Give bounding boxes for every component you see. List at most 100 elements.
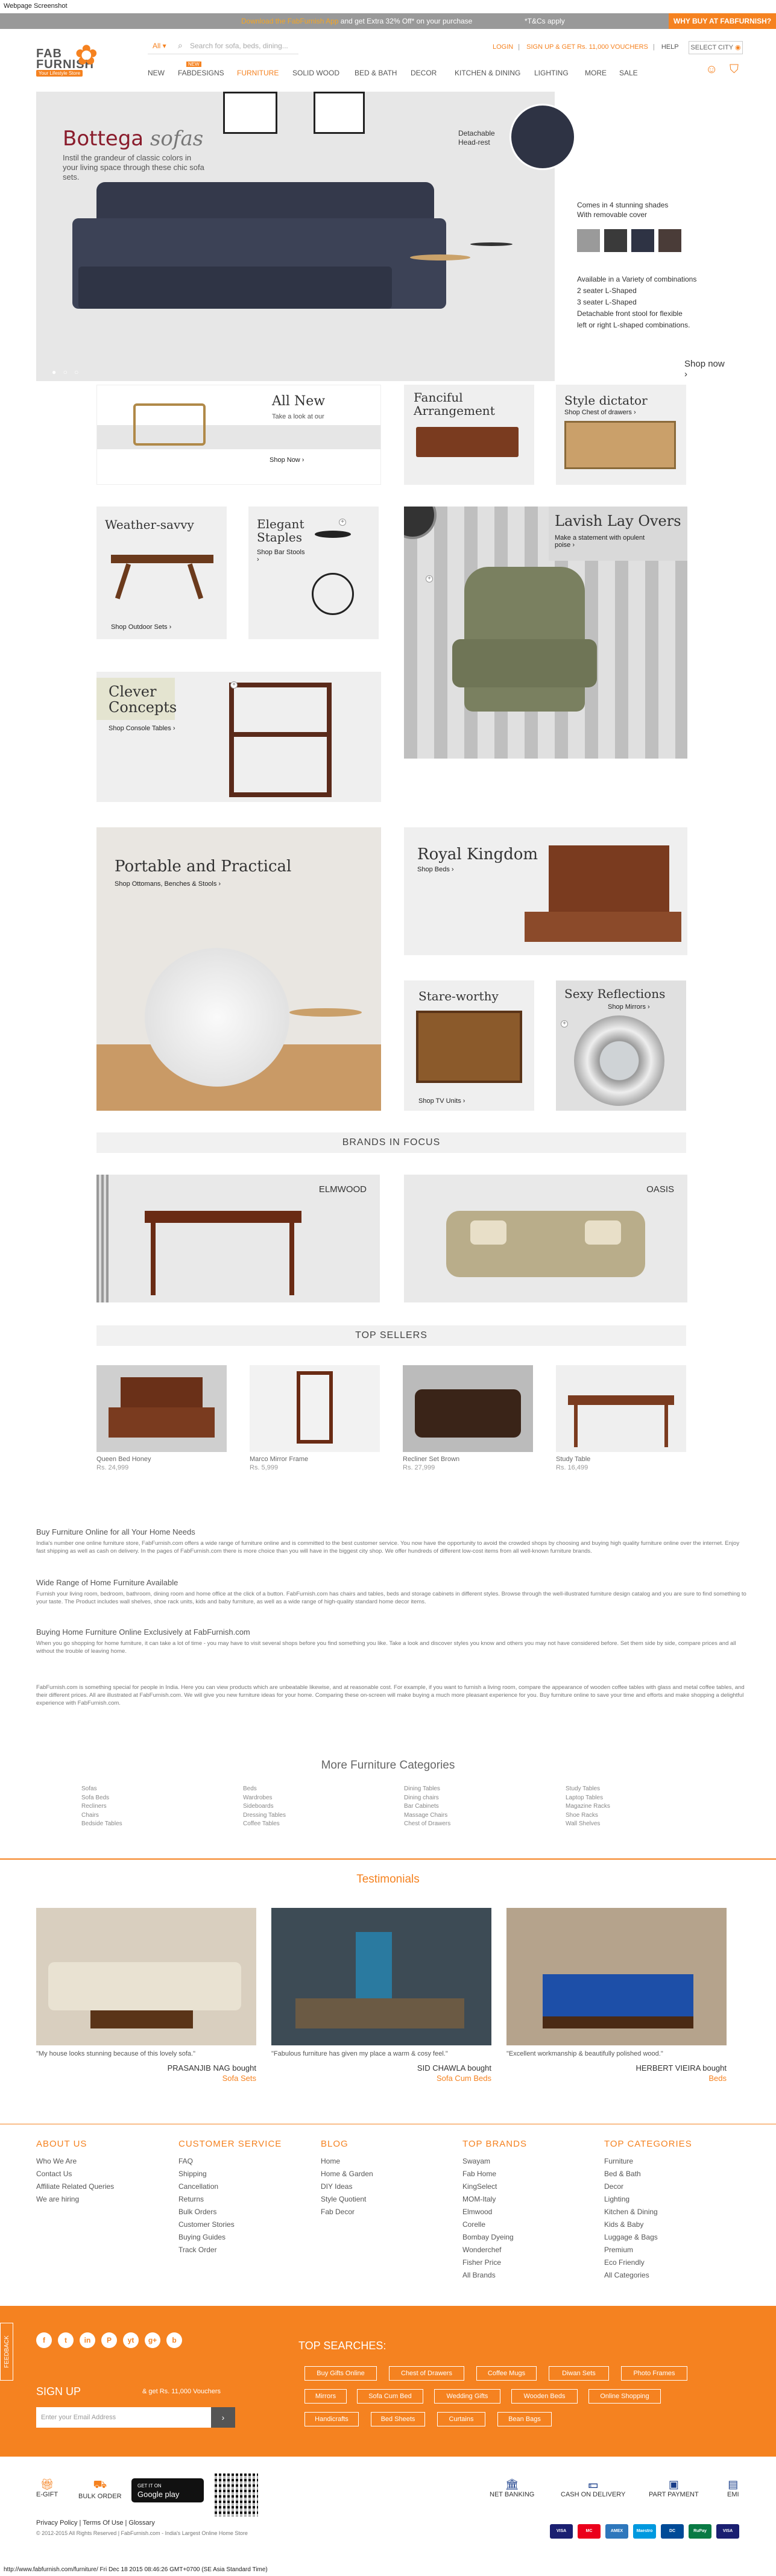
footer-link[interactable]: Contact Us	[36, 2168, 114, 2180]
category-link[interactable]: Bedside Tables	[81, 1820, 122, 1829]
category-link[interactable]: Wardrobes	[243, 1794, 286, 1803]
category-link[interactable]: Magazine Racks	[566, 1802, 610, 1811]
footer-link[interactable]: Who We Are	[36, 2155, 114, 2168]
email-input[interactable]: Enter your Email Address	[36, 2407, 211, 2428]
bulk-order-link[interactable]: ⛟ BULK ORDER	[78, 2478, 122, 2500]
testimonial-card[interactable]: "Fabulous furniture has given my place a…	[271, 1908, 491, 2083]
signup-submit-button[interactable]: ›	[211, 2407, 235, 2428]
footer-link[interactable]: Cancellation	[178, 2180, 282, 2193]
select-city-button[interactable]: SELECT CITY ◉	[689, 41, 743, 54]
category-link[interactable]: Dining chairs	[404, 1794, 450, 1803]
footer-link[interactable]: Shipping	[178, 2168, 282, 2180]
search-tag[interactable]: Handicrafts	[304, 2412, 359, 2426]
help-link[interactable]: HELP	[661, 43, 679, 51]
brand-oasis[interactable]: OASIS	[404, 1175, 687, 1302]
tile-cta[interactable]: Shop Outdoor Sets ›	[111, 623, 171, 631]
promo-tnc[interactable]: *T&Cs apply	[525, 17, 565, 25]
search-scope-select[interactable]: All ▾	[153, 42, 166, 50]
seller-card[interactable]: Marco Mirror Frame Rs. 5,999	[250, 1365, 380, 1471]
tile-cta[interactable]: Make a statement with opulent poise ›	[555, 534, 645, 549]
nav-sale[interactable]: SALE	[619, 69, 638, 77]
search-icon[interactable]: ⌕	[178, 40, 183, 51]
tile-style-dictator[interactable]: Style dictator Shop Chest of drawers ›	[556, 385, 686, 485]
search-tag[interactable]: Photo Frames	[621, 2366, 687, 2381]
nav-new[interactable]: NEW	[148, 69, 165, 77]
search-tag[interactable]: Bean Bags	[497, 2412, 552, 2426]
footer-link[interactable]: Bulk Orders	[178, 2206, 282, 2218]
hotspot-plus-icon[interactable]: +	[426, 575, 433, 582]
footer-link[interactable]: Corelle	[462, 2218, 527, 2231]
logo[interactable]: FAB FURNISH ✿ Your Lifestyle Store	[36, 41, 109, 77]
search-tag[interactable]: Wooden Beds	[511, 2389, 578, 2404]
footer-link[interactable]: FAQ	[178, 2155, 282, 2168]
egift-link[interactable]: 🎁︎ E-GIFT	[36, 2478, 58, 2498]
search-tag[interactable]: Wedding Gifts	[434, 2389, 500, 2404]
google-play-badge[interactable]: GET IT ON Google play	[131, 2478, 204, 2502]
twitter-icon[interactable]: t	[58, 2332, 74, 2348]
nav-kitchen-dining[interactable]: KITCHEN & DINING	[455, 69, 520, 77]
footer-link[interactable]: We are hiring	[36, 2193, 114, 2206]
footer-link[interactable]: DIY Ideas	[321, 2180, 373, 2193]
nav-lighting[interactable]: LIGHTING	[534, 69, 569, 77]
footer-link[interactable]: Track Order	[178, 2244, 282, 2256]
signup-link[interactable]: SIGN UP & GET Rs. 11,000 VOUCHERS	[526, 43, 648, 51]
hotspot-plus-icon[interactable]: +	[230, 681, 238, 689]
hotspot-plus-icon[interactable]: +	[339, 519, 346, 526]
category-link[interactable]: Sofa Beds	[81, 1794, 122, 1803]
search-tag[interactable]: Curtains	[437, 2412, 485, 2426]
app-download-link[interactable]: Download the FabFurnish App and get Extr…	[241, 17, 472, 25]
footer-link[interactable]: Eco Friendly	[604, 2256, 692, 2269]
tile-cta[interactable]: Shop Chest of drawers ›	[564, 409, 636, 416]
category-link[interactable]: Sofas	[81, 1785, 122, 1794]
footer-link[interactable]: Elmwood	[462, 2206, 527, 2218]
footer-link[interactable]: Kitchen & Dining	[604, 2206, 692, 2218]
youtube-icon[interactable]: yt	[123, 2332, 139, 2348]
footer-link[interactable]: Home	[321, 2155, 373, 2168]
footer-link[interactable]: MOM-Italy	[462, 2193, 527, 2206]
footer-link[interactable]: Lighting	[604, 2193, 692, 2206]
search-tag[interactable]: Diwan Sets	[549, 2366, 609, 2381]
footer-link[interactable]: Wonderchef	[462, 2244, 527, 2256]
category-link[interactable]: Chairs	[81, 1811, 122, 1820]
footer-link[interactable]: Bed & Bath	[604, 2168, 692, 2180]
footer-link[interactable]: Fisher Price	[462, 2256, 527, 2269]
footer-link[interactable]: Furniture	[604, 2155, 692, 2168]
nav-solid-wood[interactable]: SOLID WOOD	[292, 69, 339, 77]
tile-elegant-staples[interactable]: Elegant Staples Shop Bar Stools › +	[248, 507, 379, 639]
nav-furniture[interactable]: FURNITURE	[237, 69, 279, 77]
category-link[interactable]: Dining Tables	[404, 1785, 450, 1794]
search-input[interactable]: Search for sofa, beds, dining...	[190, 42, 288, 50]
nav-decor[interactable]: DECOR	[411, 69, 437, 77]
brand-elmwood[interactable]: ELMWOOD	[96, 1175, 380, 1302]
footer-link[interactable]: Swayam	[462, 2155, 527, 2168]
search-tag[interactable]: Sofa Cum Bed	[357, 2389, 423, 2404]
footer-link[interactable]: All Categories	[604, 2269, 692, 2282]
category-link[interactable]: Study Tables	[566, 1785, 610, 1794]
tile-cta[interactable]: Shop Mirrors ›	[608, 1003, 650, 1011]
testimonial-product-link[interactable]: Beds	[506, 2074, 727, 2083]
tile-stare-worthy[interactable]: Stare-worthy Shop TV Units ›	[404, 980, 534, 1111]
category-link[interactable]: Massage Chairs	[404, 1811, 450, 1820]
footer-link[interactable]: Affiliate Related Queries	[36, 2180, 114, 2193]
linkedin-icon[interactable]: in	[80, 2332, 95, 2348]
category-link[interactable]: Laptop Tables	[566, 1794, 610, 1803]
testimonial-product-link[interactable]: Sofa Cum Beds	[271, 2074, 491, 2083]
tile-clever-concepts[interactable]: Clever Concepts Shop Console Tables › +	[96, 672, 381, 802]
search-tag[interactable]: Mirrors	[304, 2389, 347, 2404]
tile-all-new[interactable]: All New Take a look at our Shop Now ›	[96, 385, 381, 485]
nav-bed-bath[interactable]: BED & BATH	[355, 69, 397, 77]
testimonial-product-link[interactable]: Sofa Sets	[36, 2074, 256, 2083]
category-link[interactable]: Coffee Tables	[243, 1820, 286, 1829]
footer-link[interactable]: Luggage & Bags	[604, 2231, 692, 2244]
footer-link[interactable]: Home & Garden	[321, 2168, 373, 2180]
hero-banner[interactable]: Bottega sofas Instil the grandeur of cla…	[36, 92, 730, 381]
category-link[interactable]: Dressing Tables	[243, 1811, 286, 1820]
tile-weather-savvy[interactable]: Weather-savvy Shop Outdoor Sets ›	[96, 507, 227, 639]
hotspot-plus-icon[interactable]: +	[561, 1020, 568, 1028]
search-tag[interactable]: Online Shopping	[588, 2389, 661, 2404]
feedback-tab[interactable]: FEEDBACK	[0, 2323, 13, 2381]
category-link[interactable]: Recliners	[81, 1802, 122, 1811]
carousel-dots[interactable]: ● ○ ○	[52, 368, 81, 376]
tile-fanciful[interactable]: Fanciful Arrangement	[404, 385, 534, 485]
category-link[interactable]: Beds	[243, 1785, 286, 1794]
